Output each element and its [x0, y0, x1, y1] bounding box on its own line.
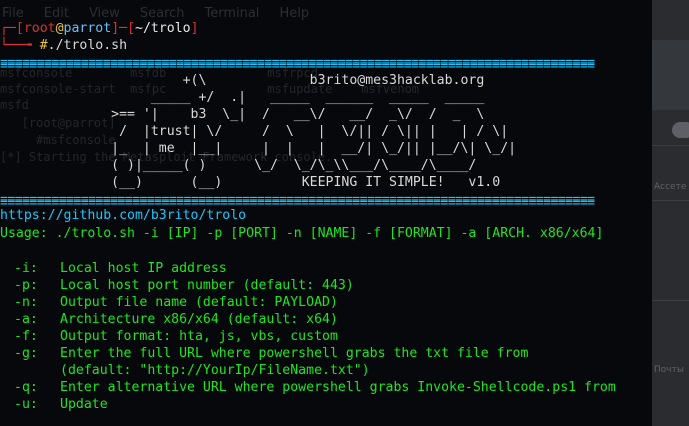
- prompt-host: parrot: [63, 21, 112, 36]
- divider: [652, 145, 689, 146]
- prompt-at: @: [55, 21, 64, 36]
- prompt-path: ~/trolo: [135, 21, 191, 36]
- banner-line: >== '| b3 \_| / __\/ __/ _\/ / _ \: [0, 107, 485, 122]
- option-desc: Enter the full URL where powershell grab…: [60, 346, 529, 361]
- ghost-menu-terminal: Terminal: [204, 6, 260, 21]
- ghost-menu-help: Help: [279, 6, 310, 21]
- banner-line: ( )|_____( ) \_/ \_/\_\\___/\____/\____/: [0, 158, 477, 173]
- option-desc: Output format: hta, js, vbs, custom: [60, 329, 338, 344]
- option-row: -n: Output file name (default: PAYLOAD): [0, 294, 338, 311]
- banner-line: / |trust| \/ / \ | \/|| / \|| | | / \|: [0, 124, 509, 139]
- banner-line: +(\ b3rito@mes3hacklab.org: [0, 73, 485, 88]
- option-desc: Enter alternative URL where powershell g…: [60, 380, 616, 395]
- background-panel: [652, 40, 689, 110]
- background-text: Почты: [654, 365, 684, 375]
- option-desc: Architecture x86/x64 (default: x64): [60, 312, 338, 327]
- divider: [652, 200, 689, 201]
- background-text: Ассете: [654, 182, 687, 192]
- option-desc: (default: "http://YourIp/FileName.txt"): [60, 363, 370, 378]
- option-desc: Local host port number (default: 443): [60, 278, 354, 293]
- repo-url[interactable]: https://github.com/b3rito/trolo: [0, 207, 246, 224]
- command-text: ./trolo.sh: [47, 38, 128, 53]
- option-flag: -i:: [14, 261, 38, 276]
- option-flag: -q:: [14, 380, 38, 395]
- divider: [652, 300, 689, 301]
- option-flag: -f:: [14, 329, 38, 344]
- usage-line: Usage: ./trolo.sh -i [IP] -p [PORT] -n […: [0, 226, 604, 241]
- option-row: -i: Local host IP address: [0, 260, 227, 277]
- option-row: -a: Architecture x86/x64 (default: x64): [0, 311, 338, 328]
- prompt-arrow: └──╼: [0, 38, 40, 53]
- banner-line: (__) (__) KEEPING IT SIMPLE! v1.0: [0, 175, 501, 190]
- prompt-close: ]: [190, 21, 199, 36]
- banner-line: |_ | me |__| | | | __/| \_/|| |__/\| \_/…: [0, 141, 517, 156]
- option-flag: -g:: [14, 346, 38, 361]
- option-flag: -n:: [14, 295, 38, 310]
- prompt-user: root: [23, 21, 56, 36]
- prompt-separator: ]─[: [111, 21, 136, 36]
- option-desc: Update: [60, 397, 108, 412]
- option-desc: Local host IP address: [60, 261, 227, 276]
- command-line[interactable]: └──╼ #./trolo.sh: [0, 37, 127, 54]
- prompt-hash: #: [39, 38, 48, 53]
- option-row: -u: Update: [0, 396, 108, 413]
- shell-prompt: ┌─[root@parrot]─[~/trolo]: [0, 20, 199, 37]
- option-row: -p: Local host port number (default: 443): [0, 277, 354, 294]
- option-row: -q: Enter alternative URL where powershel…: [0, 379, 616, 396]
- option-flag: -p:: [14, 278, 38, 293]
- terminal-window[interactable]: File Edit View Search Terminal Help msfc…: [0, 0, 689, 426]
- banner-line: _____ +/ .| _____ ______ _____ _____: [0, 90, 485, 105]
- option-row: (default: "http://YourIp/FileName.txt"): [0, 362, 370, 379]
- option-desc: Output file name (default: PAYLOAD): [60, 295, 338, 310]
- option-flag: -u:: [14, 397, 38, 412]
- option-flag: -a:: [14, 312, 38, 327]
- prompt-bracket: ┌─[: [0, 21, 24, 36]
- option-row: -f: Output format: hta, js, vbs, custom: [0, 328, 338, 345]
- cloud-icon: [672, 122, 689, 138]
- option-row: -g: Enter the full URL where powershell g…: [0, 345, 528, 362]
